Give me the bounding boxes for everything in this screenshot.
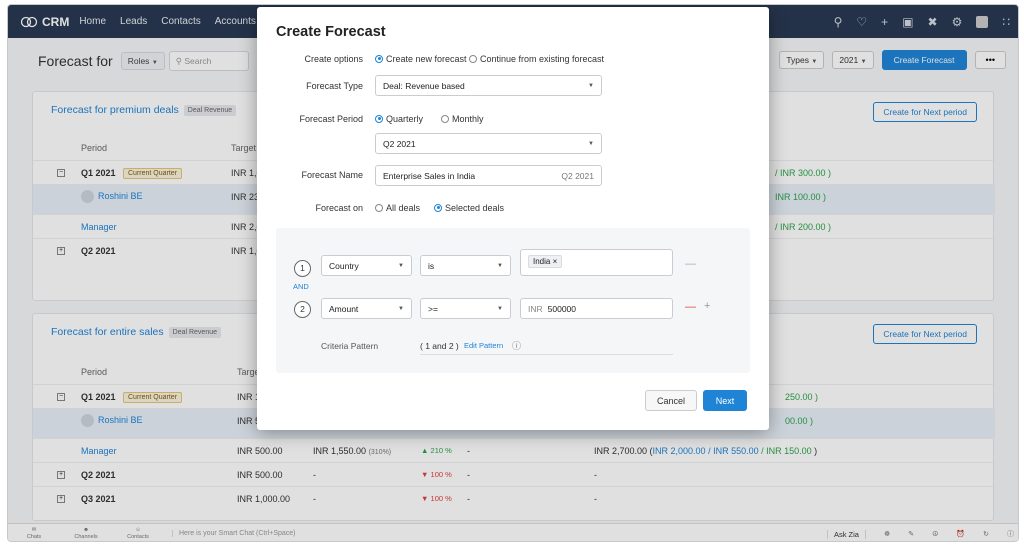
period-select[interactable]: Q2 2021 ▼ <box>375 133 602 154</box>
app-window: CRM Home Leads Contacts Accounts ⚲ ♡ + ▣… <box>7 4 1019 542</box>
forecast-type-value: Deal: Revenue based <box>383 80 465 91</box>
option-create-new-label[interactable]: Create new forecast <box>386 54 467 64</box>
criteria-number: 2 <box>294 301 311 318</box>
criteria-operator-select[interactable]: is ▼ <box>420 255 511 276</box>
currency-prefix: INR <box>528 303 543 314</box>
cancel-button[interactable]: Cancel <box>645 390 697 411</box>
forecast-type-select[interactable]: Deal: Revenue based ▼ <box>375 75 602 96</box>
chevron-down-icon: ▼ <box>497 262 503 269</box>
period-monthly[interactable]: Monthly <box>441 114 484 124</box>
radio-icon[interactable] <box>469 54 477 63</box>
chevron-down-icon: ▼ <box>588 140 594 147</box>
edit-pattern-link[interactable]: Edit Pattern <box>464 341 503 350</box>
remove-criteria-icon[interactable]: — <box>685 301 696 313</box>
criteria-pattern-label: Criteria Pattern <box>321 341 379 351</box>
criteria-field-value: Country <box>329 260 359 271</box>
modal-title: Create Forecast <box>276 24 386 40</box>
radio-selected-icon[interactable] <box>375 114 383 123</box>
forecast-type-label: Forecast Type <box>306 81 363 91</box>
on-all-deals[interactable]: All deals <box>375 203 420 213</box>
criteria-value-input[interactable]: INR 500000 <box>520 298 673 319</box>
criteria-operator-select[interactable]: >= ▼ <box>420 298 511 319</box>
criteria-pattern-value: ( 1 and 2 ) <box>420 341 459 351</box>
option-continue-existing[interactable]: Continue from existing forecast <box>469 54 604 64</box>
criteria-field-select[interactable]: Country ▼ <box>321 255 412 276</box>
criteria-panel: 1 Country ▼ is ▼ India × — AND 2 Amount ▼ >… <box>276 228 750 373</box>
forecast-name-suffix: Q2 2021 <box>561 170 594 181</box>
forecast-name-value[interactable]: Enterprise Sales in India <box>383 171 475 181</box>
value-chip-text: India <box>533 257 551 266</box>
radio-icon[interactable] <box>441 114 449 123</box>
next-button[interactable]: Next <box>703 390 747 411</box>
forecast-period-label: Forecast Period <box>299 114 363 124</box>
chevron-down-icon: ▼ <box>497 305 503 312</box>
period-monthly-label[interactable]: Monthly <box>452 114 484 124</box>
create-forecast-modal: Create Forecast Create options Create ne… <box>257 7 769 430</box>
forecast-name-input[interactable]: Enterprise Sales in India Q2 2021 <box>375 165 602 186</box>
chevron-down-icon: ▼ <box>398 305 404 312</box>
period-quarterly[interactable]: Quarterly <box>375 114 423 124</box>
remove-criteria-icon[interactable]: — <box>685 258 696 270</box>
option-create-new[interactable]: Create new forecast <box>375 54 467 64</box>
and-operator[interactable]: AND <box>293 282 309 291</box>
criteria-value[interactable]: 500000 <box>548 304 576 314</box>
info-icon[interactable]: ⓘ <box>512 339 521 352</box>
on-selected-deals[interactable]: Selected deals <box>434 203 504 213</box>
criteria-operator-value: is <box>428 260 435 271</box>
criteria-value-input[interactable]: India × <box>520 249 673 276</box>
criteria-number: 1 <box>294 260 311 277</box>
create-options-label: Create options <box>304 54 363 64</box>
period-quarterly-label[interactable]: Quarterly <box>386 114 423 124</box>
on-all-deals-label[interactable]: All deals <box>386 203 420 213</box>
radio-selected-icon[interactable] <box>434 203 442 212</box>
chevron-down-icon: ▼ <box>588 82 594 89</box>
criteria-operator-value: >= <box>428 303 438 314</box>
add-criteria-icon[interactable]: + <box>704 300 710 312</box>
value-chip: India × <box>528 255 563 268</box>
option-continue-existing-label[interactable]: Continue from existing forecast <box>480 54 604 64</box>
close-icon[interactable]: × <box>553 257 558 266</box>
criteria-field-value: Amount <box>329 303 359 314</box>
chevron-down-icon: ▼ <box>398 262 404 269</box>
pattern-divider <box>420 354 673 355</box>
forecast-name-label: Forecast Name <box>301 170 363 180</box>
on-selected-deals-label[interactable]: Selected deals <box>445 203 504 213</box>
radio-icon[interactable] <box>375 203 383 212</box>
period-value: Q2 2021 <box>383 138 416 149</box>
criteria-field-select[interactable]: Amount ▼ <box>321 298 412 319</box>
forecast-on-label: Forecast on <box>315 203 363 213</box>
radio-selected-icon[interactable] <box>375 54 383 63</box>
